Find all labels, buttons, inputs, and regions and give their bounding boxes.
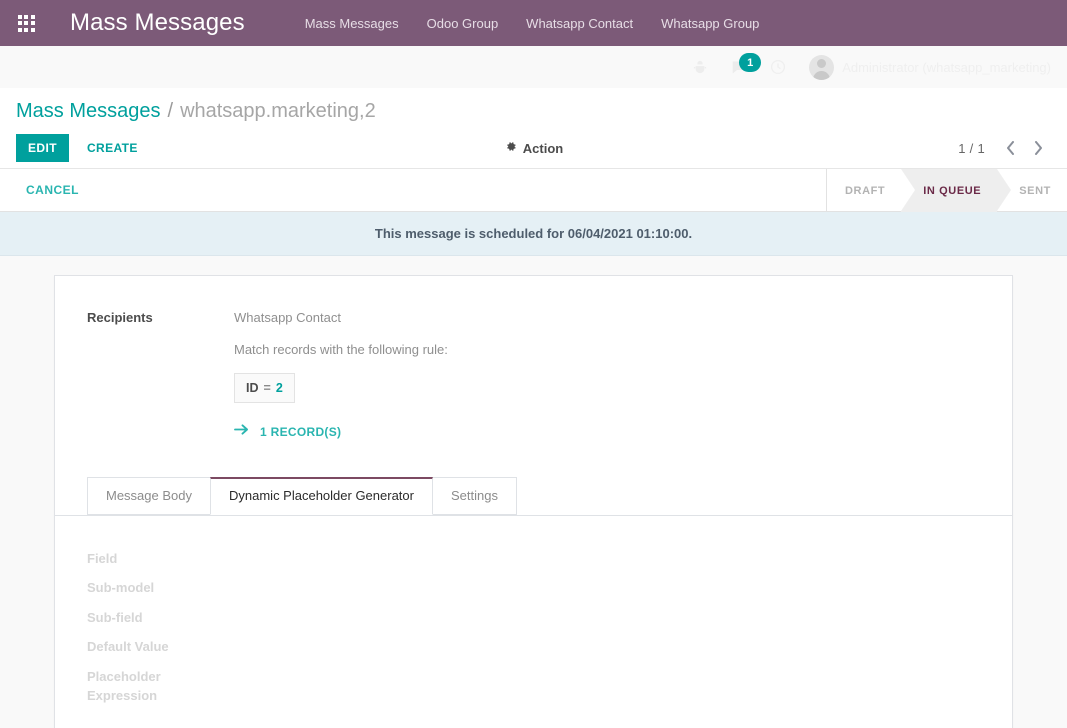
notebook-page-dynamic-placeholder-generator: Field Sub-model Sub-field Default Value bbox=[55, 515, 1012, 728]
form-sheet: Recipients Whatsapp Contact Match record… bbox=[54, 275, 1013, 728]
tab-message-body[interactable]: Message Body bbox=[87, 476, 211, 515]
chevron-right-icon[interactable] bbox=[1025, 135, 1051, 161]
domain-chip-field: ID bbox=[246, 380, 259, 395]
breadcrumb: Mass Messages / whatsapp.marketing,2 bbox=[16, 88, 1051, 128]
cancel-button[interactable]: CANCEL bbox=[16, 177, 89, 203]
field-row-default-value: Default Value bbox=[55, 637, 1012, 657]
pager: 1 / 1 bbox=[958, 135, 1051, 161]
field-label-field: Field bbox=[87, 550, 118, 566]
pager-value: 1 / 1 bbox=[958, 140, 985, 156]
apps-grid-icon[interactable] bbox=[8, 0, 44, 46]
bug-icon[interactable] bbox=[683, 46, 717, 88]
field-label-default-value: Default Value bbox=[87, 639, 169, 655]
menu-item-whatsapp-contact[interactable]: Whatsapp Contact bbox=[512, 10, 647, 37]
breadcrumb-separator: / bbox=[167, 100, 174, 122]
record-count-link[interactable]: 1 RECORD(S) bbox=[234, 423, 448, 442]
field-label-sub-field: Sub-field bbox=[87, 609, 143, 625]
navbar-menu: Mass Messages Odoo Group Whatsapp Contac… bbox=[291, 10, 774, 37]
domain-chip-operator: = bbox=[263, 380, 271, 395]
domain-chip[interactable]: ID = 2 bbox=[234, 372, 295, 403]
apps-grid-glyph bbox=[17, 14, 35, 32]
form-statusbar: CANCEL DRAFT IN QUEUE SENT bbox=[0, 169, 1067, 212]
tab-settings[interactable]: Settings bbox=[431, 476, 517, 515]
edit-button[interactable]: EDIT bbox=[16, 134, 69, 162]
gear-icon bbox=[504, 140, 517, 156]
create-button[interactable]: CREATE bbox=[75, 134, 150, 162]
notebook: Message Body Dynamic Placeholder Generat… bbox=[55, 476, 1012, 728]
activity-clock-icon[interactable] bbox=[761, 46, 795, 88]
notebook-tablist: Message Body Dynamic Placeholder Generat… bbox=[55, 476, 1012, 516]
menu-item-odoo-group[interactable]: Odoo Group bbox=[413, 10, 513, 37]
messaging-menu[interactable]: 1 bbox=[717, 46, 762, 88]
field-label-sub-model: Sub-model bbox=[87, 580, 155, 596]
systray: 1 Administrator (whatsapp_marketing) bbox=[0, 46, 1067, 88]
username-label: Administrator (whatsapp_marketing) bbox=[842, 59, 1051, 75]
user-menu[interactable]: Administrator (whatsapp_marketing) bbox=[809, 54, 1051, 80]
breadcrumb-current: whatsapp.marketing,2 bbox=[180, 100, 376, 122]
record-count-label: 1 RECORD(S) bbox=[260, 424, 342, 439]
recipients-model: Whatsapp Contact bbox=[234, 310, 341, 325]
field-label-placeholder-expression: Placeholder Expression bbox=[87, 668, 161, 704]
domain-chip-value: 2 bbox=[275, 380, 283, 395]
status-stage-in-queue[interactable]: IN QUEUE bbox=[901, 169, 1012, 212]
action-menu-label: Action bbox=[522, 140, 564, 156]
status-stage-draft[interactable]: DRAFT bbox=[827, 169, 901, 212]
menu-item-whatsapp-group[interactable]: Whatsapp Group bbox=[647, 10, 773, 37]
arrow-right-icon bbox=[234, 423, 249, 442]
field-row-field: Field bbox=[55, 549, 1012, 569]
field-row-placeholder-expression: Placeholder Expression bbox=[55, 667, 1012, 706]
control-panel-buttons: EDIT CREATE Action 1 / 1 bbox=[16, 128, 1051, 168]
app-brand-title[interactable]: Mass Messages bbox=[70, 9, 245, 37]
field-row-sub-field: Sub-field bbox=[55, 608, 1012, 628]
status-stages: DRAFT IN QUEUE SENT bbox=[825, 169, 1067, 212]
control-panel: Mass Messages / whatsapp.marketing,2 EDI… bbox=[0, 88, 1067, 169]
recipients-label: Recipients bbox=[87, 310, 153, 325]
chevron-left-icon[interactable] bbox=[997, 135, 1023, 161]
menu-item-mass-messages[interactable]: Mass Messages bbox=[291, 10, 413, 37]
message-count-badge: 1 bbox=[739, 53, 762, 72]
tab-dynamic-placeholder-generator[interactable]: Dynamic Placeholder Generator bbox=[210, 476, 433, 515]
scheduled-alert-banner: This message is scheduled for 06/04/2021… bbox=[0, 212, 1067, 256]
recipients-value: Whatsapp Contact Match records with the … bbox=[234, 309, 448, 442]
top-navbar: Mass Messages Mass Messages Odoo Group W… bbox=[0, 0, 1067, 46]
field-row-sub-model: Sub-model bbox=[55, 578, 1012, 598]
form-sheet-background: Recipients Whatsapp Contact Match record… bbox=[0, 256, 1067, 728]
breadcrumb-root-link[interactable]: Mass Messages bbox=[16, 100, 161, 123]
recipients-group: Recipients Whatsapp Contact Match record… bbox=[55, 309, 1012, 442]
recipients-match-text: Match records with the following rule: bbox=[234, 341, 448, 357]
action-menu-button[interactable]: Action bbox=[504, 140, 563, 156]
avatar bbox=[809, 54, 835, 80]
